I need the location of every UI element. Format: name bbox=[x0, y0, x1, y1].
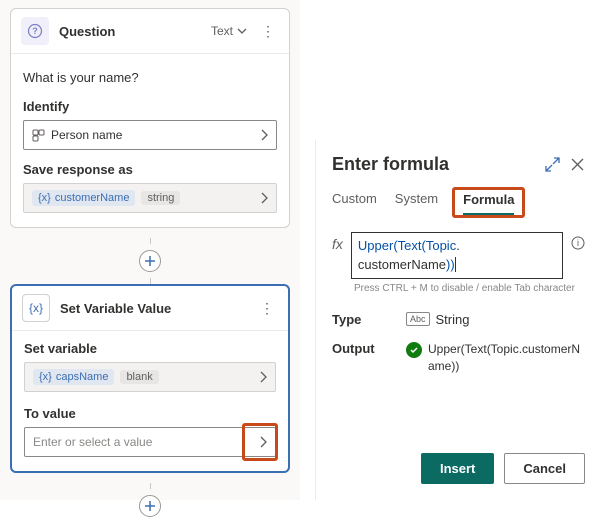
output-value: Upper(Text(Topic.customerName)) bbox=[428, 341, 585, 375]
more-icon[interactable]: ⋮ bbox=[257, 23, 279, 40]
more-icon[interactable]: ⋮ bbox=[256, 300, 278, 317]
type-row: Type Abc String bbox=[332, 312, 585, 327]
identify-value: Person name bbox=[51, 128, 122, 142]
question-node[interactable]: ? Question Text ⋮ What is your name? Ide… bbox=[10, 8, 290, 228]
insert-button[interactable]: Insert bbox=[421, 453, 494, 484]
identify-label: Identify bbox=[23, 99, 277, 114]
to-value-label: To value bbox=[24, 406, 276, 421]
variable-type-tag: string bbox=[141, 191, 180, 205]
variable-icon: {x} bbox=[39, 371, 52, 383]
node-header: ? Question Text ⋮ bbox=[11, 9, 289, 54]
output-label: Output bbox=[332, 341, 388, 356]
node-body: Set variable {x} capsName blank To value… bbox=[12, 331, 288, 471]
to-value-placeholder: Enter or select a value bbox=[33, 435, 152, 449]
tab-system[interactable]: System bbox=[395, 191, 438, 218]
identify-field[interactable]: Person name bbox=[23, 120, 277, 150]
tab-formula[interactable]: Formula bbox=[463, 192, 514, 215]
info-icon[interactable]: i bbox=[571, 232, 585, 250]
chevron-down-icon bbox=[237, 26, 247, 36]
chevron-right-icon bbox=[260, 192, 268, 204]
variable-icon: {x} bbox=[38, 192, 51, 204]
formula-editor-row: fx Upper(Text(Topic.customerName)) i bbox=[332, 232, 585, 279]
success-check-icon bbox=[406, 342, 422, 358]
expand-icon[interactable] bbox=[545, 157, 560, 172]
entity-icon bbox=[32, 129, 45, 142]
callout-highlight: Formula bbox=[452, 187, 525, 218]
variable-token: {x} customerName bbox=[32, 190, 135, 206]
set-variable-node[interactable]: {x} Set Variable Value ⋮ Set variable {x… bbox=[10, 284, 290, 473]
node-title: Question bbox=[59, 24, 201, 39]
question-prompt[interactable]: What is your name? bbox=[23, 64, 277, 99]
variable-type-tag: blank bbox=[120, 370, 158, 384]
node-body: What is your name? Identify Person name … bbox=[11, 54, 289, 227]
type-label: Type bbox=[332, 312, 388, 327]
add-node-row bbox=[10, 244, 290, 278]
variable-icon: {x} bbox=[22, 294, 50, 322]
node-title: Set Variable Value bbox=[60, 301, 246, 316]
question-type-selector[interactable]: Text bbox=[211, 24, 247, 38]
formula-hint: Press CTRL + M to disable / enable Tab c… bbox=[354, 283, 585, 294]
add-node-button[interactable] bbox=[139, 250, 161, 272]
svg-text:i: i bbox=[577, 238, 579, 248]
set-variable-field[interactable]: {x} capsName blank bbox=[24, 362, 276, 392]
add-node-button[interactable] bbox=[139, 495, 161, 517]
close-icon[interactable] bbox=[570, 157, 585, 172]
string-type-icon: Abc bbox=[406, 312, 430, 326]
set-variable-label: Set variable bbox=[24, 341, 276, 356]
formula-panel: Enter formula Custom System Formula fx U… bbox=[315, 140, 601, 500]
to-value-field[interactable]: Enter or select a value bbox=[24, 427, 276, 457]
variable-token: {x} capsName bbox=[33, 369, 114, 385]
chevron-right-icon bbox=[259, 371, 267, 383]
add-node-row bbox=[10, 489, 290, 523]
output-row: Output Upper(Text(Topic.customerName)) bbox=[332, 341, 585, 375]
chevron-right-icon bbox=[260, 129, 268, 141]
formula-input[interactable]: Upper(Text(Topic.customerName)) bbox=[351, 232, 563, 279]
panel-title: Enter formula bbox=[332, 154, 449, 175]
authoring-canvas: ? Question Text ⋮ What is your name? Ide… bbox=[0, 0, 300, 500]
chevron-right-icon[interactable] bbox=[259, 436, 267, 448]
svg-text:?: ? bbox=[32, 26, 38, 36]
type-value: String bbox=[436, 312, 470, 327]
fx-icon: fx bbox=[332, 232, 343, 252]
node-header: {x} Set Variable Value ⋮ bbox=[12, 286, 288, 331]
save-response-field[interactable]: {x} customerName string bbox=[23, 183, 277, 213]
tab-custom[interactable]: Custom bbox=[332, 191, 377, 218]
save-response-label: Save response as bbox=[23, 162, 277, 177]
panel-tabs: Custom System Formula bbox=[332, 191, 585, 218]
cancel-button[interactable]: Cancel bbox=[504, 453, 585, 484]
panel-footer: Insert Cancel bbox=[421, 453, 585, 484]
question-icon: ? bbox=[21, 17, 49, 45]
panel-header: Enter formula bbox=[332, 154, 585, 175]
